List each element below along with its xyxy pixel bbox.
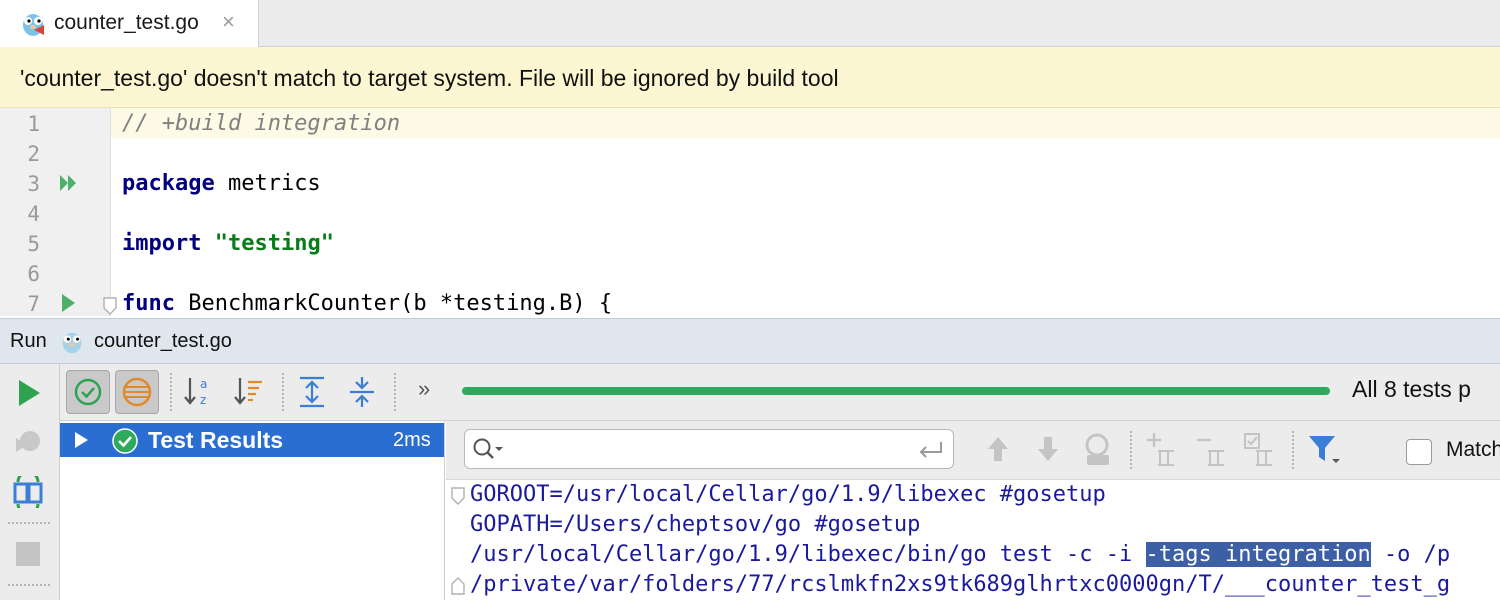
show-passed-button[interactable] bbox=[66, 370, 110, 414]
ignored-circle-icon bbox=[122, 377, 152, 407]
package-name: metrics bbox=[214, 171, 321, 196]
run-all-gutter-icon[interactable] bbox=[58, 172, 80, 194]
remove-occurrence-icon[interactable] bbox=[1194, 431, 1228, 467]
collapse-all-icon[interactable] bbox=[346, 374, 378, 410]
keyword-package: package bbox=[122, 171, 215, 196]
line-number: 2 bbox=[27, 142, 40, 166]
rerun-failed-icon[interactable] bbox=[13, 428, 43, 458]
run-panel-title: Run bbox=[10, 330, 47, 352]
add-occurrence-icon[interactable] bbox=[1144, 431, 1178, 467]
gopher-icon bbox=[23, 14, 44, 36]
console-line: /usr/local/Cellar/go/1.9/libexec/bin/go … bbox=[470, 542, 1450, 567]
toolbar-separator bbox=[282, 373, 284, 411]
toolbar-separator bbox=[8, 584, 50, 586]
svg-text:z: z bbox=[200, 393, 206, 407]
search-icon[interactable] bbox=[471, 436, 505, 462]
code-line-import: import "testing" bbox=[122, 231, 334, 256]
toolbar-separator bbox=[394, 373, 396, 411]
expand-all-icon[interactable] bbox=[296, 374, 328, 410]
search-input[interactable] bbox=[464, 429, 954, 469]
line-number: 7 bbox=[27, 292, 40, 316]
arrow-down-icon[interactable] bbox=[1034, 433, 1062, 465]
line-number: 6 bbox=[27, 262, 40, 286]
tab-title: counter_test.go bbox=[54, 11, 199, 34]
console-line: GOROOT=/usr/local/Cellar/go/1.9/libexec … bbox=[470, 482, 1106, 507]
func-signature: BenchmarkCounter(b *testing.B) { bbox=[174, 291, 613, 316]
code-line-package: package metrics bbox=[122, 171, 321, 196]
close-icon[interactable]: × bbox=[222, 9, 235, 35]
test-progress-bar bbox=[462, 387, 1330, 395]
run-gutter-icon[interactable] bbox=[58, 292, 80, 314]
filter-icon[interactable] bbox=[1306, 433, 1342, 467]
select-all-occurrences-icon[interactable] bbox=[1242, 431, 1276, 467]
svg-text:a: a bbox=[200, 377, 207, 391]
keyword-func: func bbox=[122, 291, 175, 316]
sort-by-duration-icon[interactable] bbox=[232, 374, 266, 410]
line-number: 5 bbox=[27, 232, 40, 256]
import-string: "testing" bbox=[214, 231, 334, 256]
test-results-tree: Test Results 2ms bbox=[60, 421, 445, 600]
console-toolbar: Match bbox=[446, 421, 1500, 480]
test-status-text: All 8 tests p bbox=[1352, 376, 1471, 402]
gopher-icon bbox=[62, 332, 82, 354]
keyword-import: import bbox=[122, 231, 202, 256]
match-case-label: Match bbox=[1446, 438, 1500, 461]
line-number: 1 bbox=[27, 112, 40, 136]
console-text: -o /p bbox=[1370, 542, 1451, 567]
tree-row-test-results[interactable]: Test Results 2ms bbox=[60, 423, 444, 457]
console-output[interactable]: GOROOT=/usr/local/Cellar/go/1.9/libexec … bbox=[446, 480, 1500, 600]
sort-alphabetically-icon[interactable]: a z bbox=[182, 374, 216, 410]
test-runner-toolbar: a z » All 8 tests p bbox=[60, 364, 1500, 421]
fold-icon[interactable] bbox=[102, 296, 118, 316]
selected-text: -tags integration bbox=[1145, 542, 1371, 567]
fold-icon[interactable] bbox=[450, 486, 466, 506]
editor-tab[interactable]: counter_test.go × bbox=[0, 0, 259, 47]
tree-label: Test Results bbox=[148, 427, 284, 453]
console-line: GOPATH=/Users/cheptsov/go #gosetup bbox=[470, 512, 921, 537]
code-line-func: func BenchmarkCounter(b *testing.B) { bbox=[122, 291, 612, 316]
arrow-up-icon[interactable] bbox=[984, 433, 1012, 465]
check-circle-icon bbox=[74, 378, 102, 406]
more-actions-icon[interactable]: » bbox=[418, 376, 430, 402]
fold-end-icon[interactable] bbox=[450, 576, 466, 596]
console-line: /private/var/folders/77/rcslmkfn2xs9tk68… bbox=[470, 572, 1451, 597]
toolbar-separator bbox=[1292, 431, 1294, 469]
find-all-icon[interactable] bbox=[1082, 431, 1116, 467]
stop-icon[interactable] bbox=[16, 542, 40, 566]
warning-message: 'counter_test.go' doesn't match to targe… bbox=[20, 65, 839, 91]
run-side-toolbar bbox=[0, 364, 60, 600]
passed-icon bbox=[112, 428, 138, 454]
code-editor[interactable]: 1 2 3 4 5 6 7 // +build integration pack… bbox=[0, 108, 1500, 316]
toggle-auto-test-icon[interactable] bbox=[12, 476, 44, 508]
expand-arrow-icon[interactable] bbox=[72, 431, 90, 449]
match-case-checkbox[interactable] bbox=[1406, 439, 1432, 465]
show-ignored-button[interactable] bbox=[115, 370, 159, 414]
toolbar-separator bbox=[8, 522, 50, 524]
console-text: /usr/local/Cellar/go/1.9/libexec/bin/go … bbox=[470, 542, 1146, 567]
run-tool-window-header: Run counter_test.go bbox=[0, 318, 1500, 364]
line-number: 4 bbox=[27, 202, 40, 226]
test-duration: 2ms bbox=[393, 429, 431, 451]
code-comment: // +build integration bbox=[122, 111, 401, 136]
enter-icon bbox=[919, 442, 942, 458]
warning-banner: 'counter_test.go' doesn't match to targe… bbox=[0, 47, 1500, 108]
run-config-tab[interactable]: counter_test.go bbox=[94, 330, 232, 353]
rerun-icon[interactable] bbox=[15, 378, 43, 408]
line-number: 3 bbox=[27, 172, 40, 196]
toolbar-separator bbox=[1130, 431, 1132, 469]
toolbar-separator bbox=[170, 373, 172, 411]
